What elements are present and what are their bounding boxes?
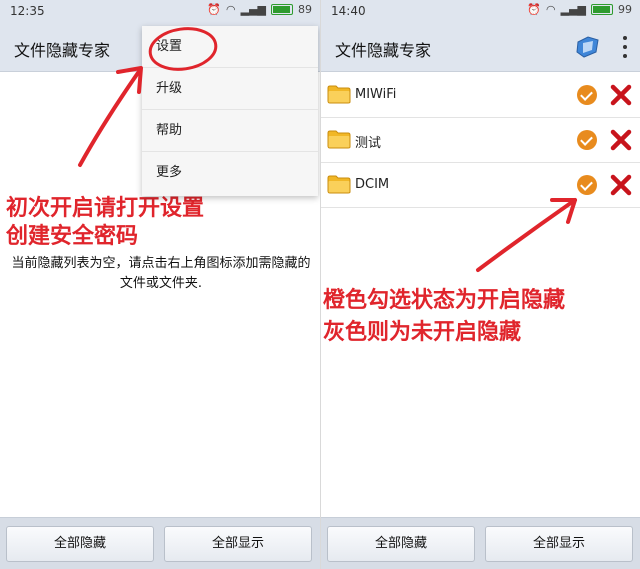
annotation-line-2: 创建安全密码 [6, 224, 139, 249]
empty-list-message: 当前隐藏列表为空，请点击右上角图标添加需隐藏的文件或文件夹. [11, 256, 311, 291]
battery-icon [591, 4, 613, 15]
menu-item-upgrade[interactable]: 升级 [142, 68, 318, 110]
bottom-action-bar: 全部隐藏 全部显示 [321, 517, 640, 569]
menu-item-help[interactable]: 帮助 [142, 110, 318, 152]
battery-icon [271, 4, 293, 15]
hidden-check-icon[interactable] [577, 85, 597, 105]
status-time: 14:40 [331, 4, 366, 18]
hide-all-button[interactable]: 全部隐藏 [6, 526, 154, 562]
folder-icon [327, 85, 351, 104]
folder-icon [327, 130, 351, 149]
hidden-check-icon[interactable] [577, 175, 597, 195]
app-title: 文件隐藏专家 [14, 41, 111, 60]
alarm-icon: ⏰ [207, 3, 221, 16]
folder-icon [327, 175, 351, 194]
show-all-button[interactable]: 全部显示 [485, 526, 633, 562]
overflow-menu-icon[interactable] [622, 36, 628, 58]
status-icons: ⏰ ◠ ▂▄▆ 89 [207, 3, 312, 16]
status-bar: 12:35 ⏰ ◠ ▂▄▆ 89 [0, 0, 320, 22]
menu-item-more[interactable]: 更多 [142, 152, 318, 194]
file-name: 测试 [355, 136, 382, 151]
wifi-icon: ◠ [546, 3, 556, 16]
delete-x-icon[interactable] [609, 83, 633, 107]
file-row[interactable]: DCIM [321, 163, 640, 208]
annotation-line-1: 橙色勾选状态为开启隐藏 [323, 288, 566, 313]
delete-x-icon[interactable] [609, 173, 633, 197]
delete-x-icon[interactable] [609, 128, 633, 152]
file-name: DCIM [355, 177, 390, 192]
bottom-action-bar: 全部隐藏 全部显示 [0, 517, 320, 569]
show-all-button[interactable]: 全部显示 [164, 526, 312, 562]
annotation-line-2: 灰色则为未开启隐藏 [323, 320, 522, 345]
left-screen: 12:35 ⏰ ◠ ▂▄▆ 89 文件隐藏专家 当前隐藏列表为空，请点击右上角图… [0, 0, 320, 569]
app-bar: 文件隐藏专家 [321, 22, 640, 72]
right-screen: 14:40 ⏰ ◠ ▂▄▆ 99 文件隐藏专家 MIWiFi 测试 DCIM 橙… [320, 0, 640, 569]
battery-level: 99 [618, 3, 632, 16]
alarm-icon: ⏰ [527, 3, 541, 16]
signal-icon: ▂▄▆ [240, 3, 266, 16]
file-row[interactable]: 测试 [321, 118, 640, 163]
add-hide-shield-icon[interactable] [574, 34, 602, 60]
status-time: 12:35 [10, 4, 45, 18]
status-bar: 14:40 ⏰ ◠ ▂▄▆ 99 [321, 0, 640, 22]
file-name: MIWiFi [355, 87, 397, 102]
status-icons: ⏰ ◠ ▂▄▆ 99 [527, 3, 632, 16]
signal-icon: ▂▄▆ [560, 3, 586, 16]
battery-level: 89 [298, 3, 312, 16]
annotation-line-1: 初次开启请打开设置 [6, 196, 205, 221]
hide-all-button[interactable]: 全部隐藏 [327, 526, 475, 562]
file-row[interactable]: MIWiFi [321, 73, 640, 118]
wifi-icon: ◠ [226, 3, 236, 16]
menu-item-settings[interactable]: 设置 [142, 26, 318, 68]
app-title: 文件隐藏专家 [335, 41, 432, 60]
overflow-menu: 设置 升级 帮助 更多 [142, 26, 318, 196]
hidden-check-icon[interactable] [577, 130, 597, 150]
